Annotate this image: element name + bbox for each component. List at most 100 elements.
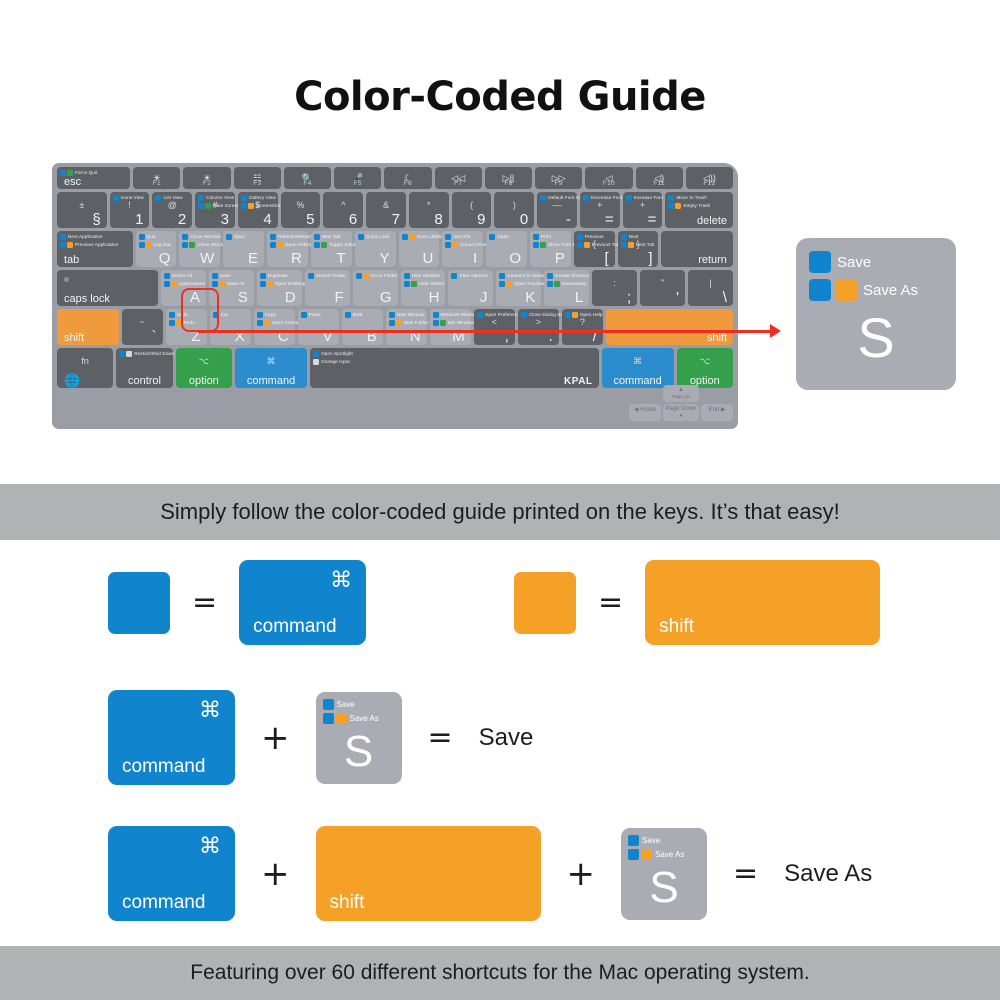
key-comma[interactable]: Open Preferences <,: [473, 309, 524, 345]
key-0[interactable]: ) 0: [494, 192, 535, 228]
key-arrow-right[interactable]: End ▶: [701, 404, 733, 421]
key-f10[interactable]: ◁ F10: [585, 167, 633, 189]
key-r[interactable]: Refresh/Restart Open AirDrop R: [267, 231, 314, 267]
s-key-save-label: Save: [642, 835, 661, 845]
key-space[interactable]: Open Spotlight Change Input KPAL: [310, 348, 599, 388]
key-option-right[interactable]: ⌥ option: [676, 348, 733, 388]
key-f9[interactable]: ▷▷ F9: [535, 167, 583, 189]
key-b[interactable]: Bold B: [341, 309, 383, 345]
key-o[interactable]: Open O: [486, 231, 527, 267]
key-e[interactable]: Eject E: [223, 231, 265, 267]
key-slash[interactable]: Open Help? /: [561, 309, 603, 345]
key-command-left[interactable]: ⌘ command: [234, 348, 308, 388]
key-q[interactable]: Quit Log Out Q: [135, 231, 177, 267]
key-fn[interactable]: fn 🌐: [57, 348, 114, 388]
blue-square-icon: [540, 194, 547, 201]
key-g[interactable]: Go to Folder G: [352, 270, 398, 306]
key-esc[interactable]: Force Quit esc: [57, 167, 131, 189]
key-f11[interactable]: ◁) F11: [635, 167, 683, 189]
key-label: J: [479, 289, 488, 306]
blue-square-icon: [259, 281, 266, 287]
key-2[interactable]: List View @2: [152, 192, 193, 228]
key-backslash[interactable]: | \: [688, 270, 733, 306]
blue-square-icon: [307, 272, 314, 279]
key-f12[interactable]: ◁)) F12: [685, 167, 734, 189]
callout-s-key: Save Save As S: [796, 238, 956, 390]
key-quote[interactable]: " ': [640, 270, 686, 306]
key-option-left[interactable]: ⌥ option: [175, 348, 232, 388]
key-secondary-label: ±: [79, 200, 85, 210]
key-arrow-up[interactable]: ▲ Page Up: [663, 385, 699, 402]
key-label: Y: [379, 250, 390, 267]
legend-row: Quick Look: [357, 233, 390, 240]
key-n[interactable]: New Window New Folder N: [385, 309, 428, 345]
s-key-legend-row-save: Save: [322, 698, 379, 710]
legend-row: Restart/Shut Down: [119, 350, 174, 357]
key-label: esc: [64, 176, 82, 188]
key-3[interactable]: Column View Take Screenshot #3: [195, 192, 249, 228]
key-1[interactable]: Icons View! 1: [109, 192, 150, 228]
key-section[interactable]: ± §: [57, 192, 107, 228]
green-square-icon: [439, 320, 446, 326]
key-arrow-left[interactable]: ◀ Home: [629, 404, 661, 421]
key-shift-left[interactable]: shift: [57, 309, 119, 345]
key-f2[interactable]: ☀ F2: [183, 167, 231, 189]
key-tab[interactable]: Next Application Previous Application tab: [57, 231, 133, 267]
key-semicolon[interactable]: :;: [592, 270, 638, 306]
key-l[interactable]: Create Shortcut Downloads L: [544, 270, 590, 306]
key-control[interactable]: Restart/Shut Down control: [116, 348, 174, 388]
key-6[interactable]: ^ 6: [323, 192, 364, 228]
key-k[interactable]: Connect to Server Open Keychain K: [496, 270, 547, 306]
key-d[interactable]: Duplicate Open Desktop D: [256, 270, 305, 306]
key-arrow-down[interactable]: Page Down ▼: [663, 404, 699, 421]
key-y[interactable]: Quick Look Y: [354, 231, 396, 267]
key-f3[interactable]: ☷ F3: [233, 167, 281, 189]
key-f7[interactable]: ◁◁ F7: [434, 167, 482, 189]
key-5[interactable]: % 5: [280, 192, 321, 228]
key-i[interactable]: Get Info iCloud Drive I: [442, 231, 486, 267]
key-4[interactable]: Gallery View Screenshot Area $4: [237, 192, 291, 228]
legend-row: Select All: [164, 272, 205, 279]
orange-square-icon: [266, 281, 273, 287]
key-j[interactable]: View Options J: [448, 270, 494, 306]
keyboard-zxcv-row: shift ~ ` Undo Redo Z Cut X Copy Open Console C Pas…: [57, 309, 734, 345]
key-h[interactable]: Hide Window Hide Others H: [400, 270, 446, 306]
key-secondary-label: fn: [81, 356, 89, 366]
key-plus[interactable]: Decrease Font Size + =: [579, 192, 633, 228]
key-f4[interactable]: 🔍 F4: [283, 167, 332, 189]
key-minus[interactable]: Default Font Size — -: [537, 192, 585, 228]
key-lbracket[interactable]: Previous Previous Tab{[: [573, 231, 619, 267]
key-w[interactable]: Close Window Close Windows W: [179, 231, 230, 267]
callout-save-label: Save: [837, 253, 872, 271]
key-f6[interactable]: ☾ F6: [384, 167, 432, 189]
key-command-right[interactable]: ⌘ command: [601, 348, 674, 388]
key-capslock[interactable]: caps lock: [57, 270, 159, 306]
key-shift-right[interactable]: shift: [605, 309, 734, 345]
key-9[interactable]: (9: [451, 192, 492, 228]
key-f1[interactable]: ☀ F1: [133, 167, 181, 189]
key-f5[interactable]: 🎤 F5: [334, 167, 382, 189]
key-t[interactable]: New Tab Toggle Sidebar T: [310, 231, 361, 267]
key-u[interactable]: Open Utilities U: [398, 231, 445, 267]
key-f[interactable]: Search Finder F: [304, 270, 350, 306]
key-p[interactable]: Print Show Path Bar P: [530, 231, 580, 267]
key-return[interactable]: return: [661, 231, 733, 267]
blue-square-icon: [164, 281, 171, 287]
key-backtick[interactable]: ~ `: [121, 309, 163, 345]
key-label: \: [722, 289, 727, 306]
key-label: shift: [706, 332, 728, 344]
orange-square-icon: [263, 320, 270, 326]
key-delete[interactable]: Move to Trash Empty Trash delete: [665, 192, 734, 228]
key-7[interactable]: & 7: [366, 192, 406, 228]
key-c[interactable]: Copy Open Console C: [253, 309, 302, 345]
page-title: Color-Coded Guide: [294, 74, 706, 120]
legend-row: Force Quit: [60, 169, 97, 176]
key-m[interactable]: Minimize Window Min Windows M: [429, 309, 478, 345]
key-v[interactable]: Paste V: [297, 309, 339, 345]
key-rbracket[interactable]: Next Next Tab}]: [617, 231, 659, 267]
legend-row: Toggle Sidebar: [313, 242, 361, 249]
key-8[interactable]: * 8: [408, 192, 449, 228]
key-period[interactable]: Close Dialog Box >.: [517, 309, 566, 345]
key-f8[interactable]: ▷|| F8: [484, 167, 533, 189]
key-equal[interactable]: Increase Font Size + =: [622, 192, 674, 228]
